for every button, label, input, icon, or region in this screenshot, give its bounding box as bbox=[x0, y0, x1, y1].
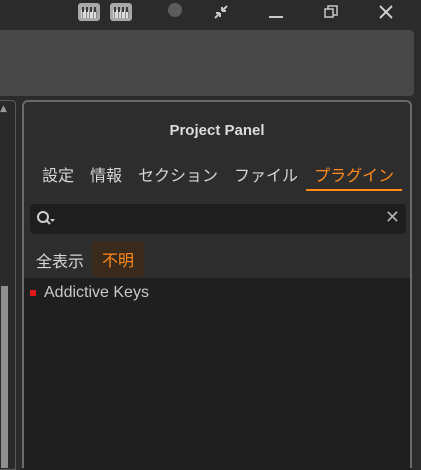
tab-info[interactable]: 情報 bbox=[90, 162, 130, 191]
toolbar-strip bbox=[0, 30, 414, 96]
scrollbar-thumb[interactable] bbox=[1, 286, 8, 468]
status-indicator bbox=[30, 290, 36, 296]
plugin-list: Addictive Keys bbox=[24, 278, 410, 470]
project-panel: Project Panel 設定 情報 セクション ファイル プラグイン ✕ 全… bbox=[22, 100, 412, 470]
tab-plugins[interactable]: プラグイン bbox=[306, 162, 403, 191]
panel-title: Project Panel bbox=[169, 122, 265, 139]
keyboard-icon[interactable] bbox=[78, 3, 100, 21]
search-input[interactable]: ✕ bbox=[30, 204, 406, 234]
tab-files[interactable]: ファイル bbox=[234, 162, 306, 191]
close-icon[interactable] bbox=[376, 2, 396, 22]
tab-sections[interactable]: セクション bbox=[138, 162, 226, 191]
list-item[interactable]: Addictive Keys bbox=[30, 284, 149, 302]
keyboard-icon[interactable] bbox=[110, 3, 132, 21]
plugin-name: Addictive Keys bbox=[44, 284, 149, 301]
clear-search-icon[interactable]: ✕ bbox=[385, 207, 400, 228]
title-bar bbox=[0, 0, 421, 26]
record-dot-icon[interactable] bbox=[168, 3, 182, 17]
filter-all-button[interactable]: 全表示 bbox=[36, 248, 84, 272]
minimize-icon[interactable] bbox=[266, 2, 286, 22]
collapse-arrows-icon[interactable] bbox=[212, 2, 230, 22]
restore-icon[interactable] bbox=[322, 2, 340, 22]
tab-settings[interactable]: 設定 bbox=[42, 162, 82, 191]
search-icon[interactable] bbox=[36, 209, 56, 229]
filter-unknown-button[interactable]: 不明 bbox=[92, 241, 145, 277]
tab-bar: 設定 情報 セクション ファイル プラグイン bbox=[42, 162, 403, 191]
scroll-up-arrow-icon[interactable]: ▲ bbox=[0, 104, 8, 114]
